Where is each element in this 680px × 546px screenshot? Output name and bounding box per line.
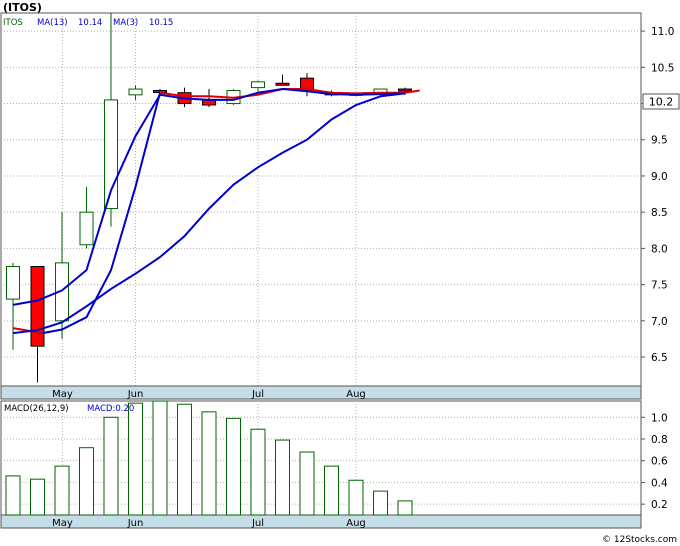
macd-legend-label: MACD(26,12,9) (4, 404, 69, 414)
macd-y-axis: 0.2 0.4 0.6 0.8 1.0 (641, 412, 668, 511)
macd-bar (30, 478, 45, 516)
macd-bar (152, 400, 168, 516)
legend-ma13-label: MA(13) (37, 18, 68, 28)
macd-y-tick-label: 1.0 (651, 412, 668, 424)
chart-canvas: 6.57.07.58.08.59.09.510.010.511.0 MayJun… (0, 1, 680, 545)
macd-bar (177, 403, 192, 516)
price-x-tick-label: Jun (127, 389, 144, 400)
footer-credit: © 12Stocks.com (602, 535, 677, 545)
candle-body (275, 82, 290, 86)
candle-body (251, 81, 265, 89)
macd-bar (275, 439, 290, 516)
price-date-band (0, 385, 642, 400)
macd-x-tick-label: Aug (346, 518, 366, 529)
price-y-tick-label: 11.0 (651, 26, 674, 38)
macd-panel (0, 400, 642, 529)
macd-bar (5, 475, 21, 516)
price-y-tick-label: 8.0 (651, 243, 668, 255)
candle-body (128, 88, 143, 96)
price-x-tick-label: Jul (251, 389, 264, 400)
macd-y-tick-label: 0.8 (651, 434, 668, 446)
macd-y-tick-label: 0.6 (651, 456, 668, 468)
macd-legend-value: MACD:0.20 (87, 404, 134, 414)
macd-x-tick-label: Jul (251, 518, 264, 529)
price-y-tick-label: 9.0 (651, 171, 668, 183)
price-x-tick-label: Aug (346, 389, 366, 400)
macd-bar (299, 451, 315, 516)
price-y-tick-label: 8.5 (651, 207, 668, 219)
candle-body (79, 211, 94, 246)
legend-ma3-label: MA(3) (113, 18, 138, 28)
legend-ma13-value: 10.14 (78, 18, 102, 28)
macd-date-band (0, 514, 642, 529)
price-y-tick-label: 6.5 (651, 352, 668, 364)
macd-y-tick-label: 0.2 (651, 499, 668, 511)
price-y-axis: 6.57.07.58.08.59.09.510.010.511.0 (641, 26, 674, 364)
macd-bar (397, 500, 413, 516)
macd-bar (373, 490, 388, 516)
macd-bar (79, 447, 94, 516)
macd-y-tick-label: 0.4 (651, 477, 668, 489)
chart-title: (ITOS) (3, 1, 42, 14)
macd-bar (324, 465, 339, 516)
macd-bar (128, 402, 143, 516)
price-panel (0, 12, 642, 400)
macd-bar (103, 416, 119, 516)
macd-bar (250, 428, 266, 516)
macd-bar (201, 411, 217, 516)
candle-body (153, 89, 167, 93)
legend-ma3-value: 10.15 (149, 18, 173, 28)
price-y-tick-label: 7.0 (651, 316, 668, 328)
price-y-tick-label: 9.5 (651, 135, 668, 147)
price-x-tick-label: May (52, 389, 73, 400)
macd-x-tick-label: May (52, 518, 73, 529)
price-y-tick-label: 7.5 (651, 280, 668, 292)
candle-body (6, 265, 20, 300)
macd-bar (348, 479, 364, 516)
macd-x-tick-label: Jun (127, 518, 144, 529)
last-price-label: 10.2 (649, 96, 674, 109)
price-y-tick-label: 10.5 (651, 62, 674, 74)
candle-body (30, 265, 45, 347)
macd-bar (54, 465, 70, 516)
macd-bar (226, 417, 241, 516)
candle-body (398, 88, 412, 92)
legend-symbol: ITOS (3, 18, 23, 28)
